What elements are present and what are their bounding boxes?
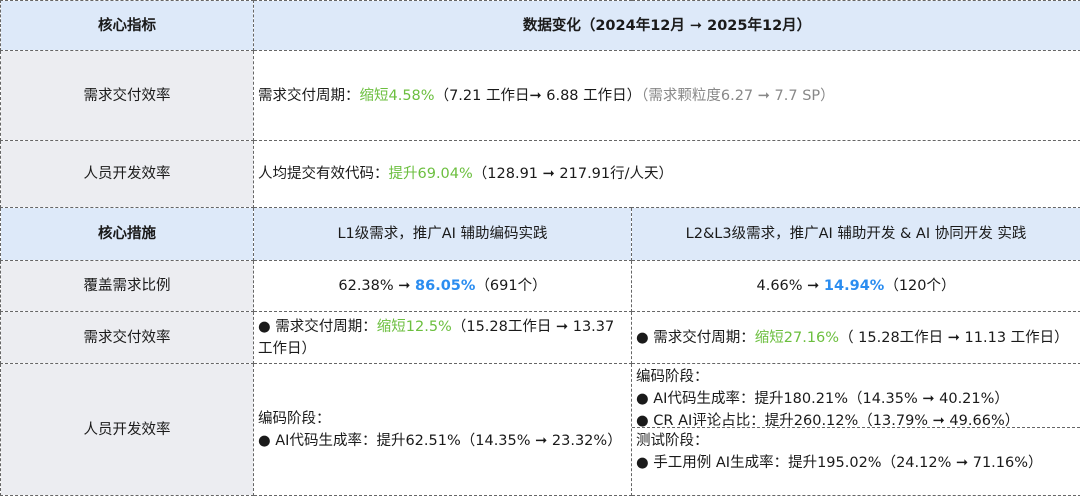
stage-label: 编码阶段： bbox=[636, 366, 1076, 388]
header-core-metric: 核心指标 bbox=[1, 1, 254, 51]
row-label: 需求交付效率 bbox=[1, 312, 254, 364]
dev-l1: 编码阶段：● AI代码生成率：提升62.51%（14.35% ➞ 23.32%） bbox=[254, 364, 632, 496]
metrics-table: 核心指标 数据变化（2024年12月 ➞ 2025年12月） 需求交付效率 需求… bbox=[0, 0, 1080, 496]
header-core-measure: 核心措施 bbox=[1, 208, 254, 261]
header-l1: L1级需求，推广AI 辅助编码实践 bbox=[254, 208, 632, 261]
delivery-l1: ● 需求交付周期：缩短12.5%（15.28工作日 ➞ 13.37工作日） bbox=[254, 312, 632, 364]
coding-stage-block: 编码阶段： ● AI代码生成率：提升180.21%（14.35% ➞ 40.21… bbox=[632, 364, 1080, 428]
header-data-change: 数据变化（2024年12月 ➞ 2025年12月） bbox=[254, 1, 1080, 51]
header-l23: L2&L3级需求，推广AI 辅助开发 & AI 协同开发 实践 bbox=[632, 208, 1080, 261]
metric-highlight: 缩短4.58% bbox=[360, 88, 435, 104]
coverage-from: 4.66% ➞ bbox=[756, 278, 823, 294]
dev-item: ● CR AI评论占比：提升260.12%（13.79% ➞ 49.66%） bbox=[636, 410, 1076, 432]
metric-value: 人均提交有效代码：提升69.04%（128.91 ➞ 217.91行/人天） bbox=[254, 141, 1080, 208]
metric-prefix: 人均提交有效代码： bbox=[258, 166, 389, 182]
delivery-prefix: ● 需求交付周期： bbox=[258, 319, 377, 335]
metric-prefix: 需求交付周期： bbox=[258, 88, 360, 104]
row-label: 人员开发效率 bbox=[1, 141, 254, 208]
dev-item: ● AI代码生成率：提升180.21%（14.35% ➞ 40.21%） bbox=[636, 388, 1076, 410]
metric-detail: （128.91 ➞ 217.91行/人天） bbox=[473, 166, 673, 182]
testing-stage-block: 测试阶段： ● 手工用例 AI生成率：提升195.02%（24.12% ➞ 71… bbox=[632, 428, 1080, 474]
table-row: 人员开发效率 编码阶段：● AI代码生成率：提升62.51%（14.35% ➞ … bbox=[1, 364, 1080, 496]
measures-header-row: 核心措施 L1级需求，推广AI 辅助编码实践 L2&L3级需求，推广AI 辅助开… bbox=[1, 208, 1080, 261]
coverage-count: （120个） bbox=[884, 278, 955, 294]
delivery-highlight: 缩短27.16% bbox=[755, 330, 839, 346]
coverage-to: 86.05% bbox=[415, 278, 475, 294]
metric-highlight: 提升69.04% bbox=[389, 166, 473, 182]
delivery-detail: （ 15.28工作日 ➞ 11.13 工作日） bbox=[839, 330, 1069, 346]
stage-label: 编码阶段： bbox=[258, 408, 627, 430]
header-row: 核心指标 数据变化（2024年12月 ➞ 2025年12月） bbox=[1, 1, 1080, 51]
row-label: 人员开发效率 bbox=[1, 364, 254, 496]
coverage-from: 62.38% ➞ bbox=[338, 278, 415, 294]
metric-detail: （7.21 工作日➞ 6.88 工作日） bbox=[435, 88, 642, 104]
delivery-prefix: ● 需求交付周期： bbox=[636, 330, 755, 346]
row-label: 需求交付效率 bbox=[1, 51, 254, 141]
table-row: 需求交付效率 需求交付周期：缩短4.58%（7.21 工作日➞ 6.88 工作日… bbox=[1, 51, 1080, 141]
metric-note: （需求颗粒度6.27 ➞ 7.7 SP） bbox=[641, 88, 835, 104]
dev-item: ● AI代码生成率：提升62.51%（14.35% ➞ 23.32%） bbox=[258, 430, 627, 452]
delivery-highlight: 缩短12.5% bbox=[377, 319, 452, 335]
row-label: 覆盖需求比例 bbox=[1, 261, 254, 312]
table-row: 覆盖需求比例 62.38% ➞ 86.05%（691个） 4.66% ➞ 14.… bbox=[1, 261, 1080, 312]
dev-item: ● 手工用例 AI生成率：提升195.02%（24.12% ➞ 71.16%） bbox=[636, 452, 1076, 474]
delivery-l23: ● 需求交付周期：缩短27.16%（ 15.28工作日 ➞ 11.13 工作日） bbox=[632, 312, 1080, 364]
stage-label: 测试阶段： bbox=[636, 430, 1076, 452]
metric-value: 需求交付周期：缩短4.58%（7.21 工作日➞ 6.88 工作日）（需求颗粒度… bbox=[254, 51, 1080, 141]
coverage-to: 14.94% bbox=[824, 278, 884, 294]
coverage-l23: 4.66% ➞ 14.94%（120个） bbox=[632, 261, 1080, 312]
table-row: 需求交付效率 ● 需求交付周期：缩短12.5%（15.28工作日 ➞ 13.37… bbox=[1, 312, 1080, 364]
table-row: 人员开发效率 人均提交有效代码：提升69.04%（128.91 ➞ 217.91… bbox=[1, 141, 1080, 208]
coverage-l1: 62.38% ➞ 86.05%（691个） bbox=[254, 261, 632, 312]
coverage-count: （691个） bbox=[475, 278, 546, 294]
dev-l23: 编码阶段： ● AI代码生成率：提升180.21%（14.35% ➞ 40.21… bbox=[632, 364, 1080, 496]
